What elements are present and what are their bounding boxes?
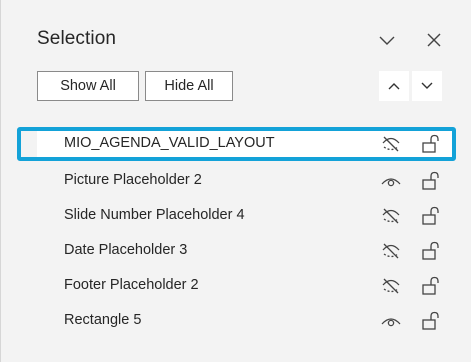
pane-divider: [0, 0, 1, 362]
eye-hidden-icon: [382, 208, 400, 224]
eye-hidden-icon: [382, 243, 400, 259]
send-backward-button[interactable]: [412, 71, 442, 101]
hide-all-button[interactable]: Hide All: [145, 71, 233, 101]
selection-list: MIO_AGENDA_VALID_LAYOUT Picture Placehol…: [37, 126, 457, 362]
bring-forward-button[interactable]: [379, 71, 409, 101]
chevron-up-icon: [388, 83, 400, 90]
list-item[interactable]: Slide Number Placeholder 4: [37, 200, 453, 232]
visibility-toggle[interactable]: [379, 170, 403, 192]
unlock-icon: [422, 241, 439, 260]
selection-pane: Selection Show All Hide All MIO_AGENDA_V…: [0, 0, 471, 362]
lock-toggle[interactable]: [419, 274, 443, 298]
unlock-icon: [422, 311, 439, 330]
unlock-icon: [422, 206, 439, 225]
visibility-toggle[interactable]: [379, 133, 403, 155]
eye-icon: [381, 178, 401, 187]
unlock-icon: [422, 134, 439, 153]
unlock-icon: [422, 171, 439, 190]
list-item[interactable]: MIO_AGENDA_VALID_LAYOUT: [37, 128, 453, 160]
list-item-label: MIO_AGENDA_VALID_LAYOUT: [64, 135, 275, 151]
lock-toggle[interactable]: [419, 204, 443, 228]
visibility-toggle[interactable]: [379, 205, 403, 227]
lock-toggle[interactable]: [419, 132, 443, 156]
list-item-label: Picture Placeholder 2: [64, 172, 202, 188]
pane-title: Selection: [37, 28, 117, 49]
list-item-label: Date Placeholder 3: [64, 242, 188, 258]
list-item-label: Slide Number Placeholder 4: [64, 207, 245, 223]
list-item[interactable]: Date Placeholder 3: [37, 235, 453, 267]
list-item-label: Footer Placeholder 2: [64, 277, 199, 293]
close-button[interactable]: [420, 26, 448, 54]
chevron-down-icon: [421, 82, 433, 89]
list-item[interactable]: Rectangle 5: [37, 305, 453, 337]
list-item-label: Rectangle 5: [64, 312, 142, 328]
lock-toggle[interactable]: [419, 239, 443, 263]
pane-options-button[interactable]: [373, 26, 401, 54]
show-all-button[interactable]: Show All: [37, 71, 139, 101]
list-item[interactable]: Picture Placeholder 2: [37, 165, 453, 197]
eye-hidden-icon: [382, 136, 400, 152]
visibility-toggle[interactable]: [379, 240, 403, 262]
unlock-icon: [422, 276, 439, 295]
lock-toggle[interactable]: [419, 309, 443, 333]
visibility-toggle[interactable]: [379, 275, 403, 297]
list-item[interactable]: Footer Placeholder 2: [37, 270, 453, 302]
eye-icon: [381, 318, 401, 327]
close-icon: [427, 33, 441, 47]
eye-hidden-icon: [382, 278, 400, 294]
lock-toggle[interactable]: [419, 169, 443, 193]
visibility-toggle[interactable]: [379, 310, 403, 332]
chevron-down-icon: [379, 36, 395, 45]
